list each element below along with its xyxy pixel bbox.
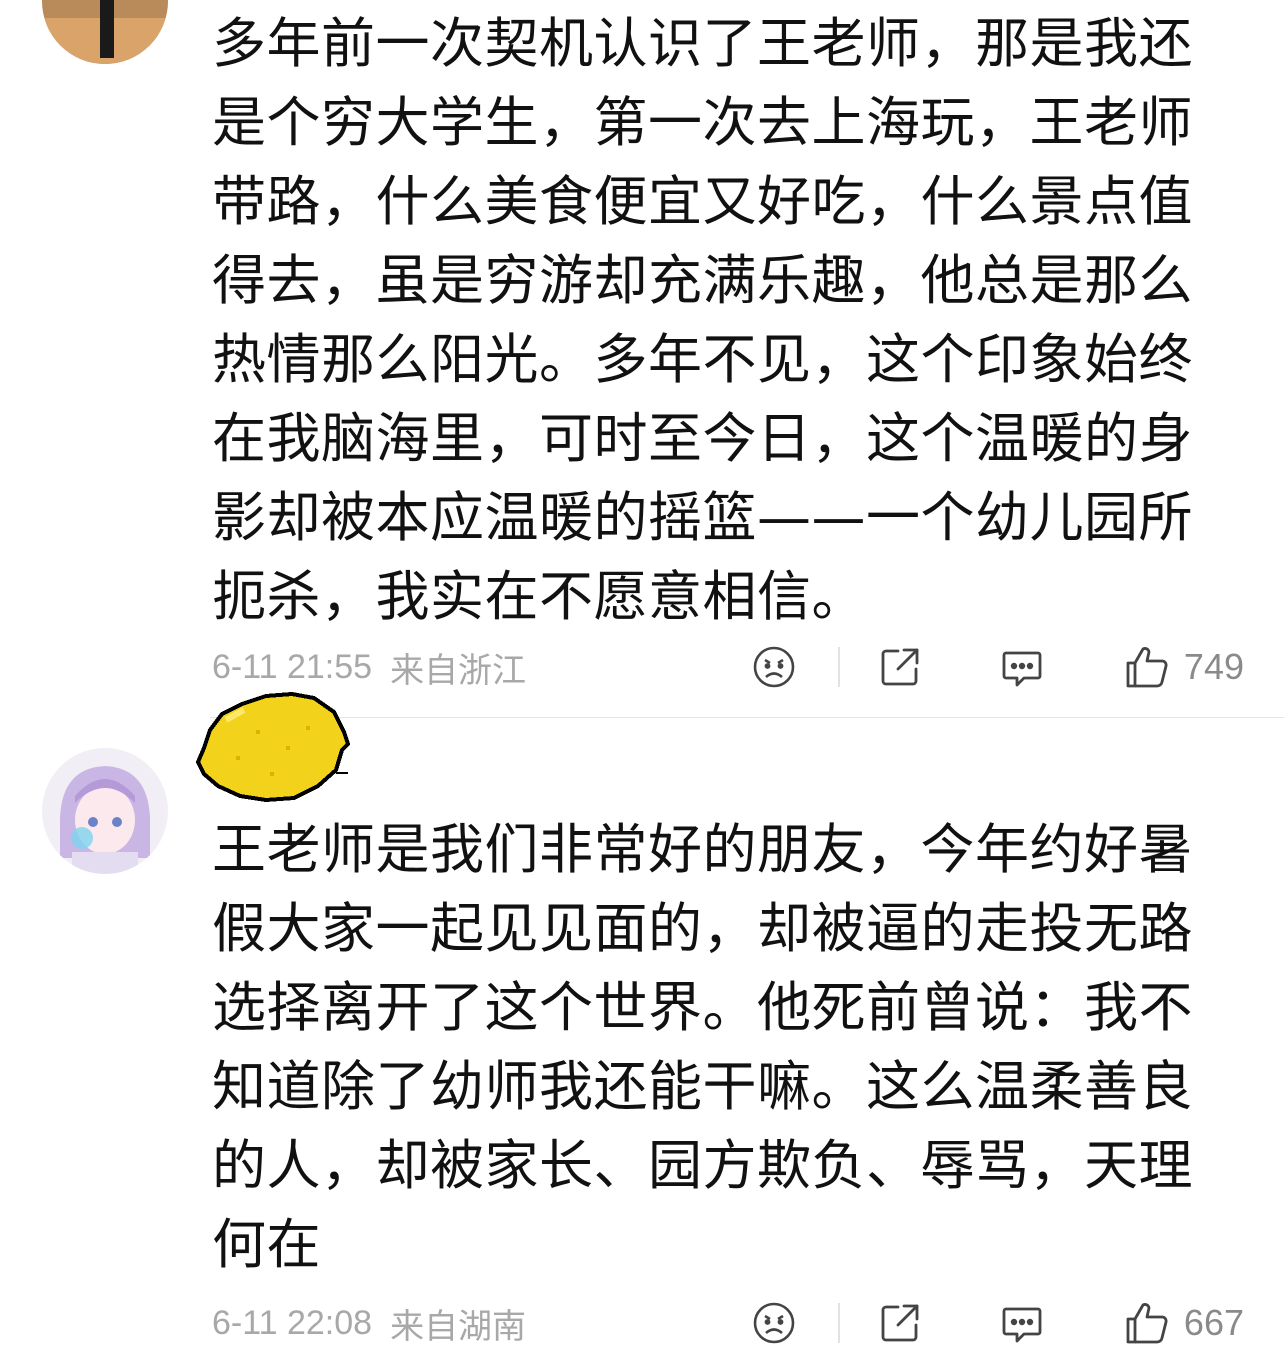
comment-actions: 667 [752, 1300, 1244, 1346]
comment-meta: 6-11 21:55 来自浙江 749 [212, 637, 1244, 697]
reply-icon[interactable] [1000, 1301, 1044, 1345]
divider [837, 1303, 840, 1343]
share-icon[interactable] [878, 1301, 922, 1345]
comment-meta: 6-11 22:08 来自湖南 667 [212, 1293, 1244, 1353]
lemon-badge-icon [195, 690, 354, 803]
thumbs-up-icon [1124, 644, 1170, 690]
comment-time: 6-11 22:08 [212, 1303, 373, 1342]
comment-time: 6-11 21:55 [212, 647, 373, 686]
comment-text: 王老师是我们非常好的朋友，今年约好暑假大家一起见见面的，却被逼的走投无路选择离开… [212, 818, 1193, 1276]
sad-face-icon[interactable] [752, 645, 796, 689]
divider [837, 647, 840, 687]
like-count: 667 [1183, 1302, 1244, 1343]
comment-item: 王老师是我们非常好的朋友，今年约好暑假大家一起见见面的，却被逼的走投无路选择离开… [0, 691, 1284, 1354]
like-button[interactable]: 749 [1124, 644, 1244, 690]
comment-item: 多年前一次契机认识了王老师，那是我还是个穷大学生，第一次去上海玩，王老师带路，什… [0, 0, 1284, 718]
comment-location: 来自湖南 [390, 1307, 527, 1346]
like-button[interactable]: 667 [1124, 1300, 1244, 1346]
reply-icon[interactable] [1000, 645, 1044, 689]
comment-location: 来自浙江 [390, 651, 527, 690]
avatar[interactable] [42, 748, 168, 874]
sad-face-icon[interactable] [752, 1301, 796, 1345]
comment-text: 多年前一次契机认识了王老师，那是我还是个穷大学生，第一次去上海玩，王老师带路，什… [212, 12, 1193, 628]
comment-actions: 749 [752, 644, 1244, 690]
share-icon[interactable] [878, 645, 922, 689]
avatar[interactable] [42, 0, 168, 64]
like-count: 749 [1183, 646, 1244, 687]
thumbs-up-icon [1124, 1300, 1170, 1346]
